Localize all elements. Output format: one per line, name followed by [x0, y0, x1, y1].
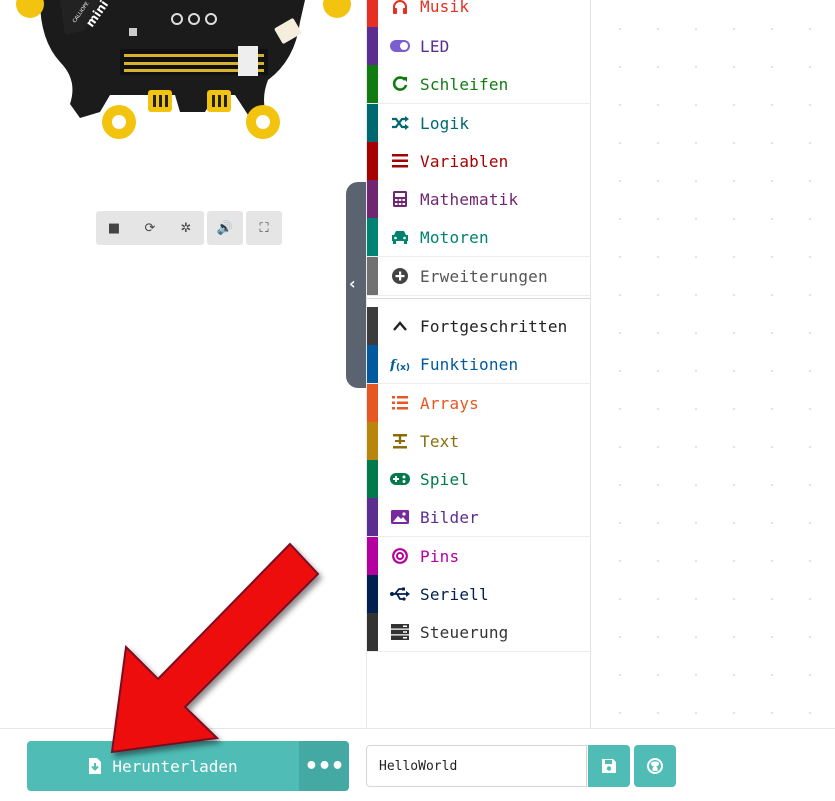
sim-control-group: ■ ⟳ ✲: [96, 211, 204, 245]
list-icon: [387, 154, 413, 168]
category-color-bar: [367, 142, 378, 180]
category-label: Bilder: [420, 507, 479, 527]
category-label: Mathematik: [420, 189, 519, 209]
debug-icon[interactable]: ✲: [168, 211, 204, 245]
category-label: Fortgeschritten: [420, 316, 568, 336]
plus-circle-icon: [387, 268, 413, 284]
collapse-simulator-button[interactable]: ‹: [346, 182, 366, 388]
category-label: Spiel: [420, 469, 470, 489]
category-label: Seriell: [420, 584, 489, 604]
category-color-bar: [367, 0, 378, 27]
calculator-icon: [387, 191, 413, 207]
category-label: LED: [420, 36, 450, 56]
toolbox-empty-area: [367, 652, 591, 728]
category-color-bar: [367, 257, 378, 295]
toolbox-category-mathematik[interactable]: Mathematik: [367, 180, 590, 219]
text-icon: [387, 433, 413, 449]
toolbox-category-pins[interactable]: Pins: [367, 537, 590, 576]
toolbox-category-erweiterungen[interactable]: Erweiterungen: [367, 257, 590, 296]
toggle-icon: [387, 40, 413, 52]
calliope-mini-board[interactable]: mini CALLIOPE: [0, 0, 366, 160]
car-icon: [387, 230, 413, 244]
restart-icon[interactable]: ⟳: [132, 211, 168, 245]
refresh-icon: [387, 76, 413, 92]
category-label: Schleifen: [420, 74, 509, 94]
save-button[interactable]: [588, 745, 630, 787]
simulator-toolbar: ■ ⟳ ✲ 🔊 ⛶: [96, 211, 282, 245]
stop-icon[interactable]: ■: [96, 211, 132, 245]
category-color-bar: [367, 460, 378, 498]
more-options-button[interactable]: •••: [299, 741, 349, 791]
toolbox-category-schleifen[interactable]: Schleifen: [367, 65, 590, 104]
category-color-bar: [367, 498, 378, 536]
toolbox-category-steuerung[interactable]: Steuerung: [367, 613, 590, 652]
category-color-bar: [367, 180, 378, 218]
github-button[interactable]: [634, 745, 676, 787]
category-color-bar: [367, 345, 378, 383]
download-label: Herunterladen: [112, 756, 238, 776]
category-label: Pins: [420, 546, 460, 566]
category-color-bar: [367, 218, 378, 256]
mute-icon[interactable]: 🔊: [207, 211, 243, 245]
target-icon: [387, 548, 413, 564]
category-label: Musik: [420, 0, 470, 16]
toolbox-category-text[interactable]: Text: [367, 422, 590, 461]
image-icon: [387, 510, 413, 524]
save-icon: [602, 759, 616, 773]
headphones-icon: [387, 0, 413, 15]
category-label: Logik: [420, 113, 470, 133]
toolbox-category-bilder[interactable]: Bilder: [367, 498, 590, 537]
category-color-bar: [367, 422, 378, 460]
category-color-bar: [367, 307, 378, 345]
toolbox-divider: [367, 298, 590, 299]
category-color-bar: [367, 104, 378, 142]
category-label: Erweiterungen: [420, 266, 548, 286]
usb-icon: [387, 587, 413, 601]
toolbox-category-variablen[interactable]: Variablen: [367, 142, 590, 181]
simulator-panel: mini CALLIOPE ■ ⟳ ✲ 🔊 ⛶ ‹: [0, 0, 366, 728]
download-file-icon: [89, 758, 102, 774]
toolbox-category-motoren[interactable]: Motoren: [367, 218, 590, 257]
fullscreen-icon[interactable]: ⛶: [246, 211, 282, 245]
toolbox-category-musik[interactable]: Musik: [367, 0, 590, 28]
category-color-bar: [367, 575, 378, 613]
category-color-bar: [367, 65, 378, 103]
category-label: Steuerung: [420, 622, 509, 642]
category-color-bar: [367, 27, 378, 65]
category-color-bar: [367, 384, 378, 422]
toolbox-category-fortgeschritten[interactable]: Fortgeschritten: [367, 307, 590, 346]
toolbox-category-led[interactable]: LED: [367, 27, 590, 66]
download-button[interactable]: Herunterladen: [27, 741, 299, 791]
category-color-bar: [367, 537, 378, 575]
category-label: Funktionen: [420, 354, 519, 374]
category-color-bar: [367, 613, 378, 651]
shuffle-icon: [387, 116, 413, 130]
category-label: Text: [420, 431, 460, 451]
toolbox-category-logik[interactable]: Logik: [367, 104, 590, 143]
category-label: Motoren: [420, 227, 489, 247]
block-toolbox: Musik LED Schleifen Logik Variablen Mathemati…: [366, 0, 591, 728]
svg-text:(x): (x): [396, 363, 410, 372]
toolbox-category-seriell[interactable]: Seriell: [367, 575, 590, 614]
chevron-left-icon: ‹: [349, 274, 356, 293]
chevron-up-icon: [387, 320, 413, 332]
project-name-input[interactable]: [366, 745, 587, 787]
toolbox-category-arrays[interactable]: Arrays: [367, 384, 590, 423]
function-icon: f (x): [387, 356, 413, 372]
server-icon: [387, 624, 413, 640]
category-label: Variablen: [420, 151, 509, 171]
category-label: Arrays: [420, 393, 479, 413]
toolbox-category-spiel[interactable]: Spiel: [367, 460, 590, 499]
gamepad-icon: [387, 472, 413, 486]
array-list-icon: [387, 396, 413, 410]
toolbox-category-funktionen[interactable]: f (x) Funktionen: [367, 345, 590, 384]
blocks-workspace[interactable]: [590, 0, 835, 728]
github-icon: [647, 758, 663, 774]
editor-bottom-bar: Herunterladen •••: [0, 728, 835, 801]
